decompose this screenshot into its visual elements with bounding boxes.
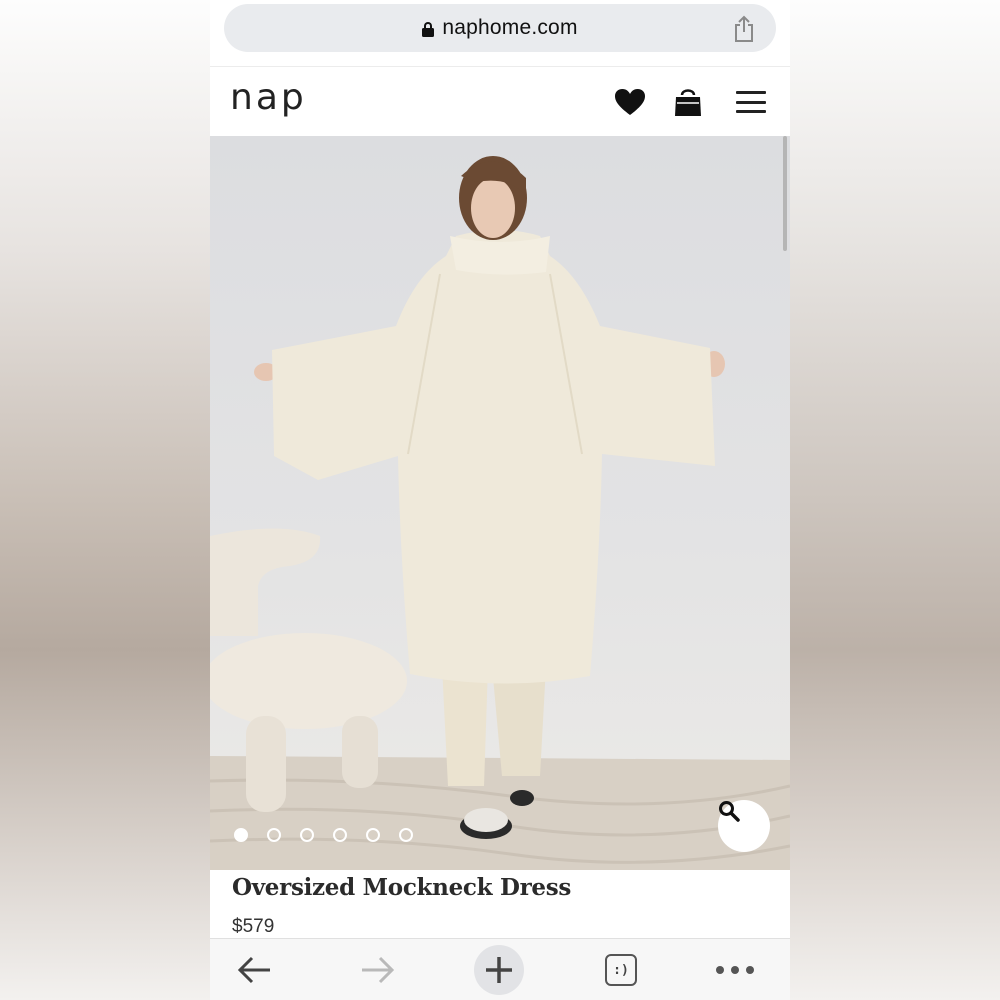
carousel-dot[interactable]: [366, 828, 380, 842]
new-tab-button[interactable]: [472, 939, 526, 1000]
right-background-blur: [790, 0, 1000, 1000]
product-price: $579: [232, 916, 275, 937]
zoom-button[interactable]: [718, 800, 770, 852]
carousel-dot[interactable]: [267, 828, 281, 842]
plus-icon: [486, 957, 512, 983]
shopping-bag-icon[interactable]: [672, 85, 704, 117]
back-arrow-icon: [237, 956, 270, 984]
site-header: nap: [210, 66, 790, 136]
tabs-icon: :): [605, 954, 637, 986]
address-bar[interactable]: naphome.com: [224, 4, 776, 52]
carousel-dot[interactable]: [333, 828, 347, 842]
product-image[interactable]: [210, 136, 790, 870]
forward-button[interactable]: [350, 939, 404, 1000]
more-dots-icon: [716, 966, 754, 974]
heart-icon[interactable]: [614, 88, 646, 116]
carousel-dots: [234, 828, 413, 842]
phone-screen: naphome.com nap Oversized Mockneck Dress…: [210, 0, 790, 1000]
more-button[interactable]: [708, 939, 762, 1000]
product-title: Oversized Mockneck Dress: [232, 874, 572, 901]
scroll-indicator: [783, 136, 787, 251]
share-icon[interactable]: [732, 15, 756, 43]
url-text: naphome.com: [442, 16, 578, 39]
hamburger-menu-icon[interactable]: [736, 91, 766, 113]
forward-arrow-icon: [362, 956, 395, 984]
browser-top-bar: naphome.com: [210, 0, 790, 66]
lock-icon: [422, 21, 435, 37]
left-background-blur: [0, 0, 210, 1000]
product-photo-illustration: [210, 156, 790, 870]
browser-bottom-toolbar: :): [210, 938, 790, 1000]
back-button[interactable]: [228, 939, 282, 1000]
carousel-dot[interactable]: [300, 828, 314, 842]
carousel-dot[interactable]: [234, 828, 248, 842]
carousel-dot[interactable]: [399, 828, 413, 842]
tabs-button[interactable]: :): [594, 939, 648, 1000]
magnifier-icon: [719, 801, 740, 822]
site-logo[interactable]: nap: [230, 77, 307, 118]
